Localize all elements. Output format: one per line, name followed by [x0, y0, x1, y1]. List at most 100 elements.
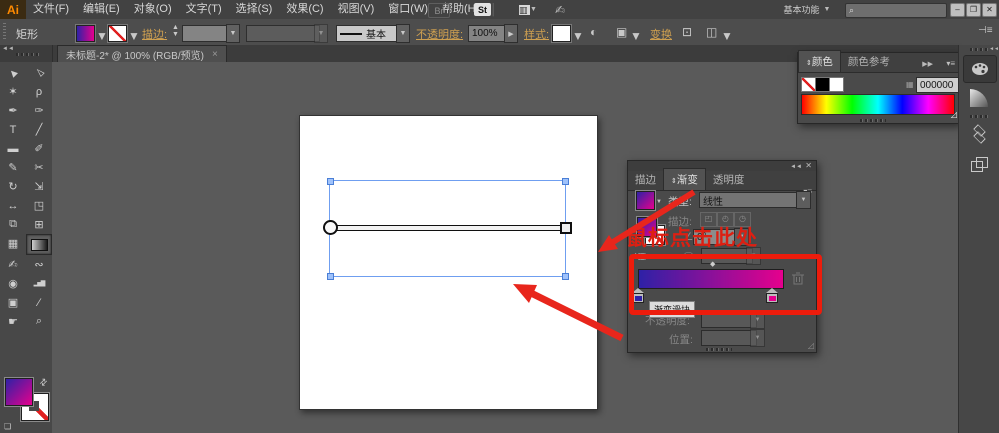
fill-color-swatch[interactable]	[76, 25, 95, 42]
gradient-annotator-end[interactable]	[560, 222, 572, 234]
opacity-link[interactable]: 不透明度:	[416, 26, 463, 42]
restore-button[interactable]: ❐	[966, 3, 981, 17]
hand-tool[interactable]: ☛	[0, 312, 26, 331]
transform-link[interactable]: 变换	[650, 26, 672, 42]
brush-definition-dropdown[interactable]: 基本	[336, 25, 402, 42]
scissors-tool[interactable]: ✂	[26, 158, 52, 177]
swap-fill-stroke-icon[interactable]: ⇄	[37, 376, 50, 389]
style-link[interactable]: 样式:	[524, 26, 549, 42]
symbol-sprayer-tool[interactable]: ◉	[0, 274, 26, 293]
stroke-panel-link[interactable]: 描边:	[142, 26, 167, 42]
dock-grip[interactable]	[970, 48, 990, 51]
opacity-arrow[interactable]: ▶	[504, 24, 518, 43]
type-dropdown[interactable]: 线性	[699, 192, 803, 208]
direct-selection-tool[interactable]: ▻	[26, 63, 52, 82]
position-field[interactable]	[701, 330, 757, 346]
black-swatch[interactable]	[815, 77, 830, 92]
paintbrush-tool[interactable]: ✐	[26, 139, 52, 158]
stroke-color-swatch[interactable]	[108, 25, 127, 42]
cs-live-icon[interactable]: ✍	[552, 3, 568, 17]
tab-stroke[interactable]: 描边	[628, 169, 663, 190]
style-swatch[interactable]	[552, 25, 571, 42]
default-fill-stroke-icon[interactable]: ❏	[4, 422, 11, 431]
collapse-icon[interactable]: ◄◄	[2, 46, 14, 52]
arrange-documents-button[interactable]: ▥ ▼	[516, 3, 540, 16]
pen-tool[interactable]: ✒	[0, 101, 26, 120]
menu-view[interactable]: 视图(V)	[331, 0, 382, 19]
stock-button[interactable]: St	[474, 3, 491, 16]
minimize-button[interactable]: –	[950, 3, 965, 17]
panel-resize-grip[interactable]: ◿	[808, 341, 814, 350]
close-button[interactable]: ✕	[982, 3, 997, 17]
bridge-button[interactable]: Br	[428, 3, 450, 18]
chevron-down-icon[interactable]: ▼	[656, 199, 662, 205]
fill-proxy-gradient[interactable]	[5, 378, 33, 406]
workspace-switcher[interactable]: 基本功能 ▼	[778, 3, 836, 16]
stroke-weight-dropdown[interactable]: ▼	[226, 24, 240, 43]
tools-panel-header[interactable]: ◄◄	[0, 45, 52, 62]
panel-resize-grip[interactable]: ◿	[951, 110, 957, 119]
free-transform-tool[interactable]: ◳	[26, 196, 52, 215]
align-icon[interactable]: ⊡	[682, 25, 692, 39]
type-dropdown-arrow[interactable]: ▼	[796, 191, 811, 209]
selection-handle[interactable]	[327, 273, 334, 280]
collapse-icon[interactable]: ◄◄	[790, 164, 802, 170]
chevron-down-icon[interactable]: ▼	[96, 29, 108, 43]
selection-handle[interactable]	[327, 178, 334, 185]
column-graph-tool[interactable]: ▂▅▇	[26, 274, 52, 293]
menu-effect[interactable]: 效果(C)	[279, 0, 330, 19]
drag-grip[interactable]	[16, 53, 40, 56]
width-profile-dropdown[interactable]	[246, 25, 320, 42]
panel-close-icon[interactable]: ✕	[805, 161, 812, 170]
hex-field[interactable]: 000000	[916, 77, 961, 93]
chevron-down-icon[interactable]: ▼	[721, 29, 733, 43]
control-bar-grip[interactable]	[3, 23, 6, 41]
rotate-tool[interactable]: ↻	[0, 177, 26, 196]
slice-tool[interactable]: ∕	[26, 293, 52, 312]
layers-dock-icon[interactable]	[963, 121, 995, 147]
gradient-annotator-origin[interactable]	[323, 220, 338, 235]
chevron-down-icon[interactable]: ▼	[128, 29, 140, 43]
artboards-dock-icon[interactable]	[963, 151, 995, 177]
eyedropper-tool[interactable]: ✍	[0, 255, 26, 274]
mesh-tool[interactable]: ▦	[0, 234, 26, 253]
menu-edit[interactable]: 编辑(E)	[76, 0, 127, 19]
zoom-tool[interactable]: ⌕	[26, 312, 52, 331]
menu-file[interactable]: 文件(F)	[26, 0, 76, 19]
panel-bottom-grip[interactable]	[860, 119, 886, 122]
tab-close-icon[interactable]: ×	[212, 49, 218, 60]
tab-color[interactable]: ⇕颜色	[798, 50, 841, 72]
add-anchor-point-tool[interactable]: ✑	[26, 101, 52, 120]
lasso-tool[interactable]: ρ	[26, 82, 52, 101]
white-swatch[interactable]	[829, 77, 844, 92]
collapse-icon[interactable]: ◄◄	[989, 46, 999, 52]
recolor-artwork-icon[interactable]: ◐	[590, 25, 597, 39]
selection-handle[interactable]	[562, 178, 569, 185]
color-spectrum[interactable]	[801, 94, 955, 115]
rectangle-tool[interactable]: ▬	[0, 139, 26, 158]
pencil-tool[interactable]: ✎	[0, 158, 26, 177]
reflect-tool[interactable]: ⇲	[26, 177, 52, 196]
width-profile-dropdown-arrow[interactable]: ▼	[314, 24, 328, 43]
position-arrow[interactable]: ▼	[750, 329, 765, 347]
tab-transparency[interactable]: 透明度	[706, 169, 752, 190]
menu-type[interactable]: 文字(T)	[179, 0, 229, 19]
document-tab[interactable]: 未标题-2* @ 100% (RGB/预览) ×	[57, 45, 227, 63]
panel-bottom-grip[interactable]	[706, 348, 732, 351]
chevron-down-icon[interactable]: ▼	[630, 29, 642, 43]
stroke-weight-field[interactable]	[182, 25, 230, 42]
brush-definition-arrow[interactable]: ▼	[396, 24, 410, 43]
shape-builder-tool[interactable]: ⧉	[0, 215, 26, 234]
dock-grip[interactable]	[970, 115, 990, 118]
menu-select[interactable]: 选择(S)	[229, 0, 280, 19]
gradient-annotator-bar[interactable]	[330, 225, 567, 231]
stepper-icon[interactable]: ▲ ▼	[172, 24, 179, 38]
menu-object[interactable]: 对象(O)	[127, 0, 179, 19]
blend-tool[interactable]: ∾	[26, 255, 52, 274]
line-segment-tool[interactable]: ╱	[26, 120, 52, 139]
gradient-tool[interactable]	[26, 234, 52, 255]
panel-menu-icon[interactable]: ▾≡	[946, 59, 955, 68]
chevron-down-icon[interactable]: ▼	[572, 29, 584, 43]
gradient-swatch-thumbnail[interactable]	[636, 191, 655, 210]
selection-handle[interactable]	[562, 273, 569, 280]
